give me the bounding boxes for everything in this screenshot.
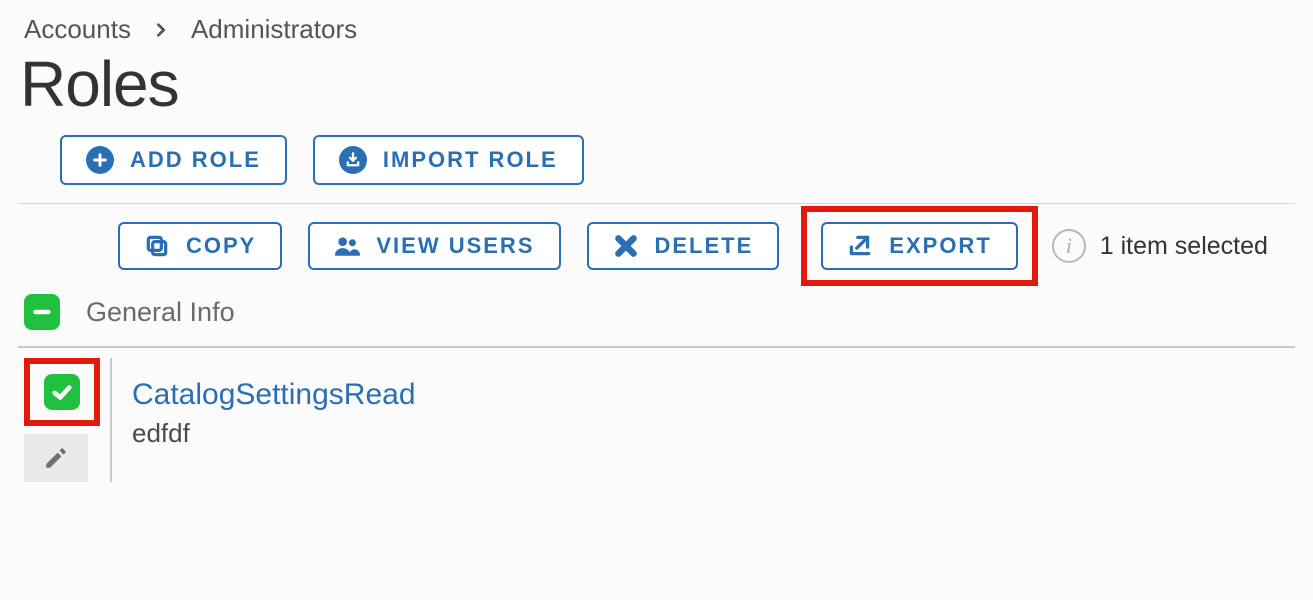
breadcrumb-current: Administrators bbox=[191, 14, 357, 45]
role-name-link[interactable]: CatalogSettingsRead bbox=[132, 378, 416, 411]
primary-toolbar: ADD ROLE IMPORT ROLE bbox=[18, 135, 1295, 204]
row-check-highlight bbox=[24, 358, 100, 426]
export-button[interactable]: EXPORT bbox=[821, 222, 1017, 270]
row-checkbox[interactable] bbox=[44, 374, 80, 410]
add-role-label: ADD ROLE bbox=[130, 147, 261, 173]
export-icon bbox=[847, 233, 873, 259]
add-role-button[interactable]: ADD ROLE bbox=[60, 135, 287, 185]
import-role-button[interactable]: IMPORT ROLE bbox=[313, 135, 584, 185]
export-label: EXPORT bbox=[889, 233, 991, 259]
export-highlight: EXPORT bbox=[801, 206, 1037, 286]
table-row: CatalogSettingsRead edfdf bbox=[18, 358, 1295, 482]
table-header: General Info bbox=[18, 294, 1295, 348]
copy-label: COPY bbox=[186, 233, 256, 259]
delete-button[interactable]: DELETE bbox=[587, 222, 780, 270]
delete-label: DELETE bbox=[655, 233, 754, 259]
role-description: edfdf bbox=[132, 418, 1295, 449]
selected-count-text: 1 item selected bbox=[1100, 232, 1268, 261]
pencil-icon bbox=[43, 445, 69, 471]
column-general-info[interactable]: General Info bbox=[86, 297, 235, 328]
view-users-button[interactable]: VIEW USERS bbox=[308, 222, 560, 270]
copy-button[interactable]: COPY bbox=[118, 222, 282, 270]
import-role-label: IMPORT ROLE bbox=[383, 147, 558, 173]
breadcrumb: Accounts Administrators bbox=[24, 14, 1295, 45]
select-all-checkbox[interactable] bbox=[24, 294, 60, 330]
users-icon bbox=[334, 233, 360, 259]
selection-toolbar: COPY VIEW USERS DELETE EXPORT bbox=[18, 222, 1038, 270]
plus-circle-icon bbox=[86, 146, 114, 174]
copy-icon bbox=[144, 233, 170, 259]
info-icon[interactable]: i bbox=[1052, 229, 1086, 263]
chevron-right-icon bbox=[153, 22, 169, 38]
edit-row-button[interactable] bbox=[24, 434, 88, 482]
import-circle-icon bbox=[339, 146, 367, 174]
view-users-label: VIEW USERS bbox=[376, 233, 534, 259]
breadcrumb-accounts-link[interactable]: Accounts bbox=[24, 14, 131, 45]
page-title: Roles bbox=[20, 47, 1295, 121]
delete-x-icon bbox=[613, 233, 639, 259]
